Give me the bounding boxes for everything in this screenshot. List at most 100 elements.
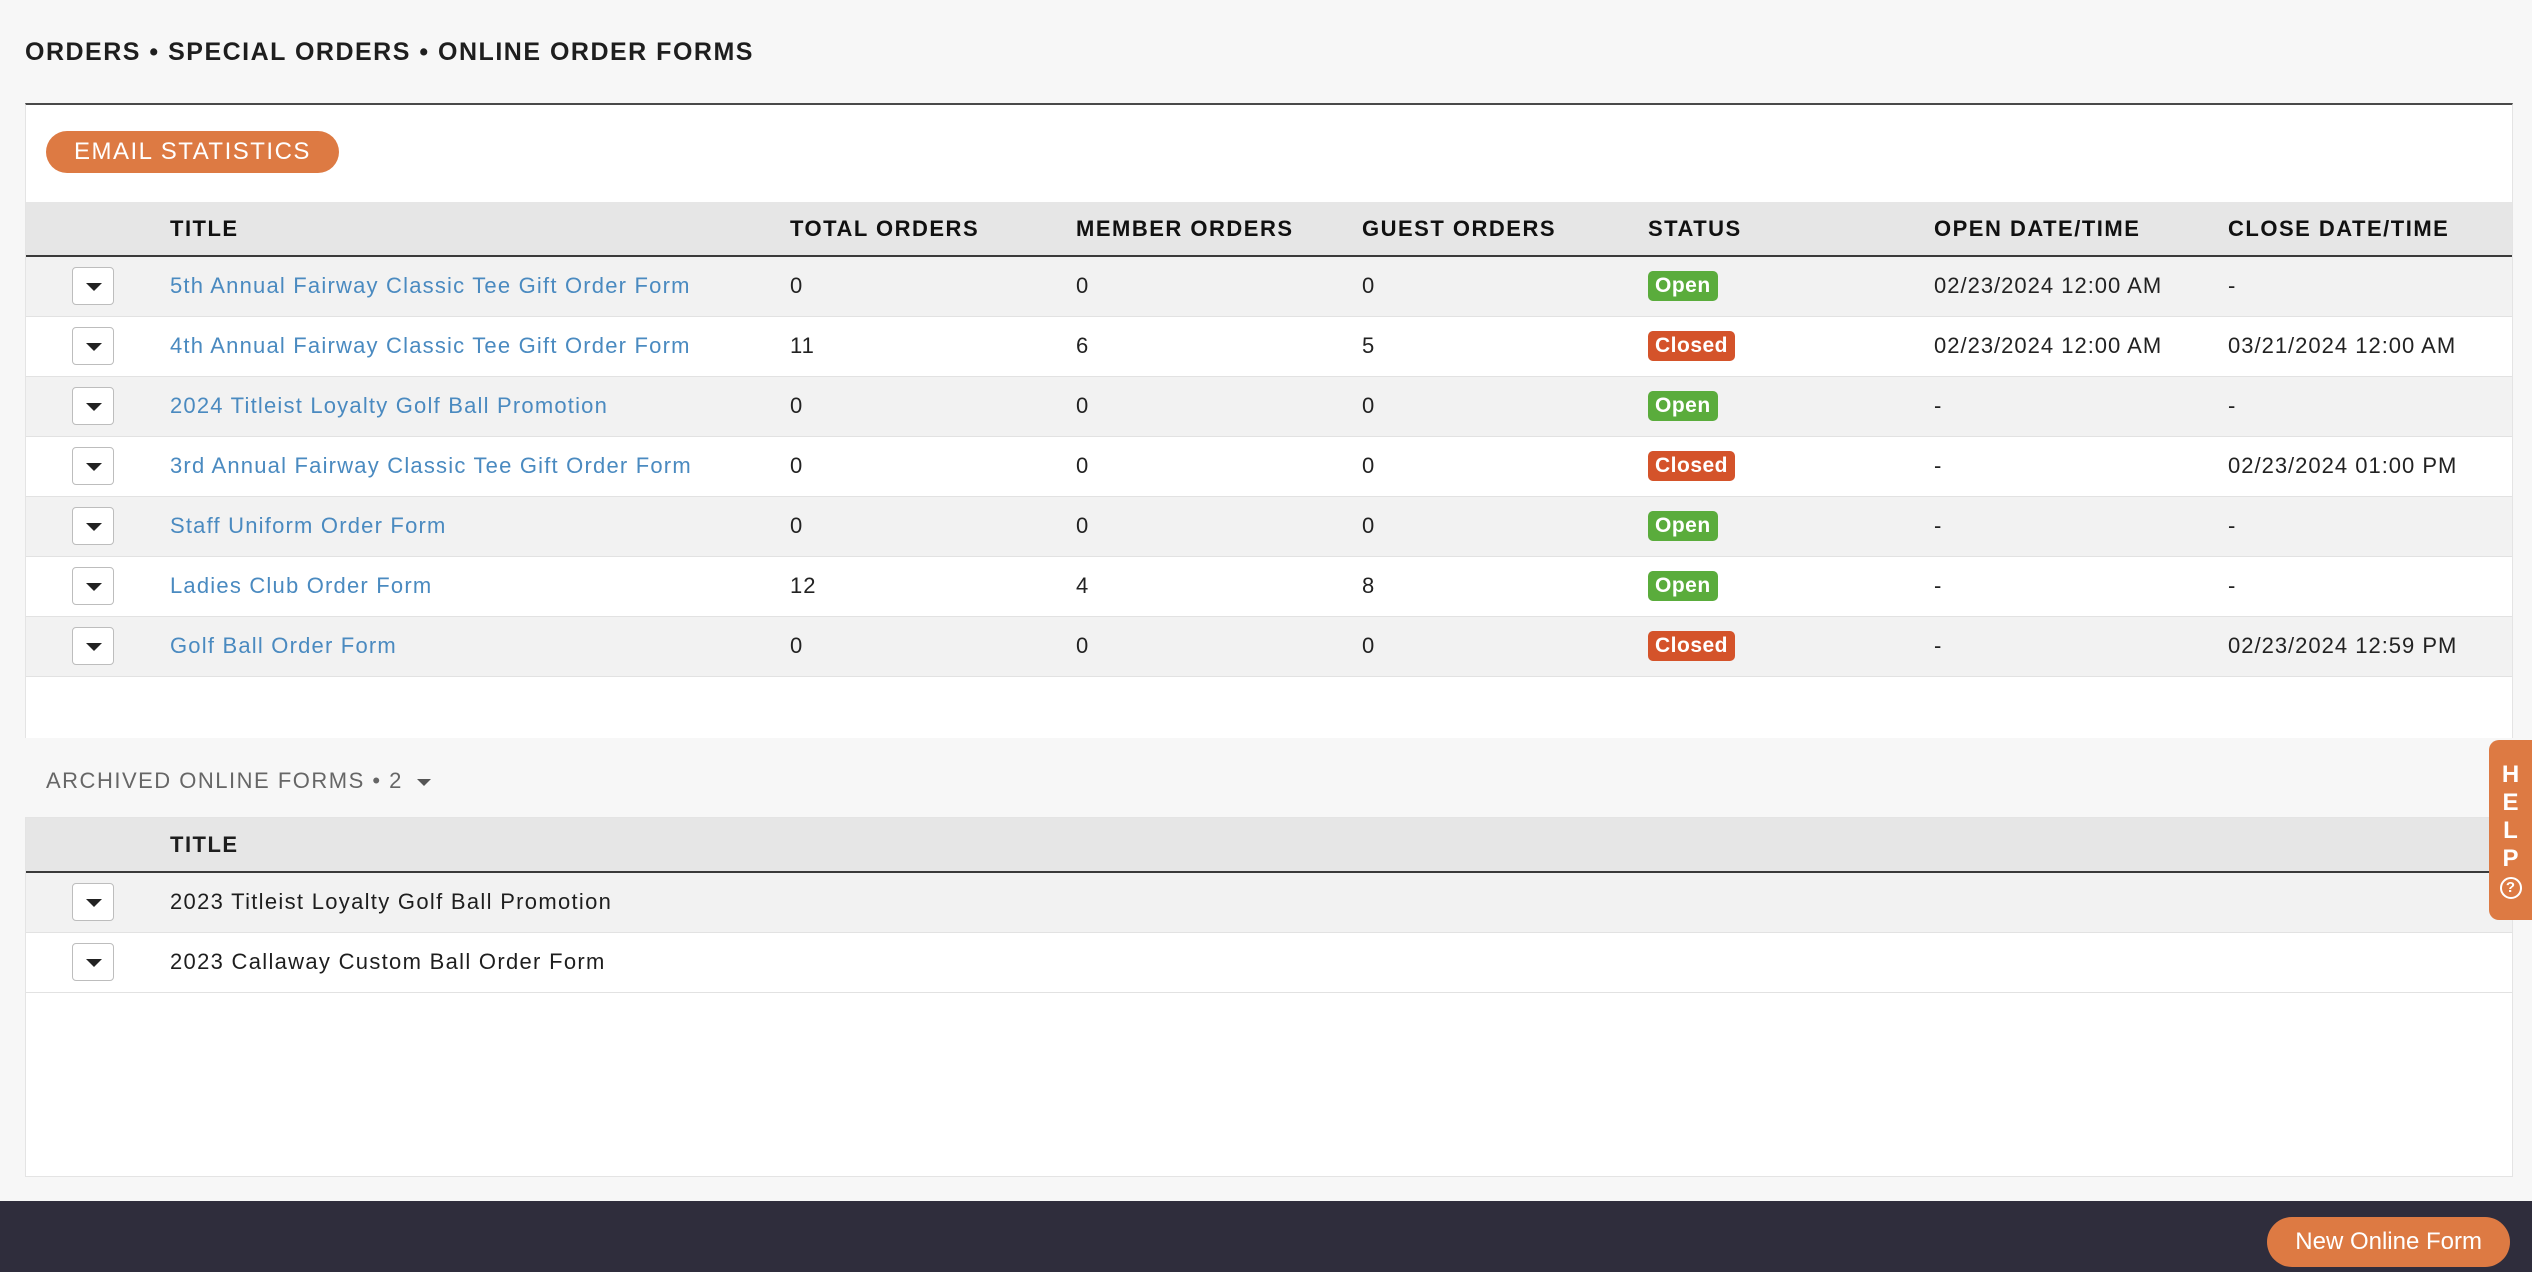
help-letter-l: L bbox=[2503, 817, 2518, 844]
close-datetime-cell: - bbox=[2228, 556, 2512, 617]
row-menu-button[interactable] bbox=[72, 567, 114, 605]
table-row: 5th Annual Fairway Classic Tee Gift Orde… bbox=[26, 256, 2512, 317]
open-datetime-cell: - bbox=[1934, 436, 2228, 497]
online-forms-table: TITLE TOTAL ORDERS MEMBER ORDERS GUEST O… bbox=[26, 202, 2512, 738]
total-orders-cell: 0 bbox=[790, 376, 1076, 437]
form-title-link[interactable]: 4th Annual Fairway Classic Tee Gift Orde… bbox=[170, 333, 691, 358]
status-badge: Open bbox=[1648, 571, 1718, 601]
archived-row: 2023 Titleist Loyalty Golf Ball Promotio… bbox=[26, 872, 2512, 933]
row-menu-button[interactable] bbox=[72, 387, 114, 425]
form-title-link[interactable]: Golf Ball Order Form bbox=[170, 633, 397, 658]
archived-header-row: TITLE bbox=[26, 818, 2512, 873]
chevron-down-icon bbox=[86, 643, 102, 651]
header-status[interactable]: STATUS bbox=[1648, 202, 1934, 257]
header-guest-orders[interactable]: GUEST ORDERS bbox=[1362, 202, 1648, 257]
row-actions-cell bbox=[26, 256, 170, 317]
online-forms-panel: EMAIL STATISTICS TITLE TOTAL ORDERS MEMB… bbox=[25, 103, 2513, 738]
total-orders-cell: 0 bbox=[790, 616, 1076, 677]
title-cell: 2024 Titleist Loyalty Golf Ball Promotio… bbox=[170, 376, 790, 437]
header-member-orders[interactable]: MEMBER ORDERS bbox=[1076, 202, 1362, 257]
title-cell: 4th Annual Fairway Classic Tee Gift Orde… bbox=[170, 316, 790, 377]
table-row: 2024 Titleist Loyalty Golf Ball Promotio… bbox=[26, 376, 2512, 437]
email-statistics-button[interactable]: EMAIL STATISTICS bbox=[46, 131, 339, 173]
row-actions-cell bbox=[26, 496, 170, 557]
form-title-link[interactable]: 2024 Titleist Loyalty Golf Ball Promotio… bbox=[170, 393, 608, 418]
table-row: Golf Ball Order Form 0 0 0 Closed -02/23/2024… bbox=[26, 616, 2512, 677]
archived-row: 2023 Callaway Custom Ball Order Form bbox=[26, 932, 2512, 993]
archived-header-title[interactable]: TITLE bbox=[170, 818, 2512, 873]
table-row: 3rd Annual Fairway Classic Tee Gift Orde… bbox=[26, 436, 2512, 497]
status-cell: Open bbox=[1648, 556, 1934, 617]
title-cell: 5th Annual Fairway Classic Tee Gift Orde… bbox=[170, 256, 790, 317]
archived-header-actions bbox=[26, 818, 170, 873]
header-total-orders[interactable]: TOTAL ORDERS bbox=[790, 202, 1076, 257]
status-badge: Closed bbox=[1648, 451, 1736, 481]
row-menu-button[interactable] bbox=[72, 883, 114, 922]
question-circle-icon: ? bbox=[2499, 877, 2522, 899]
member-orders-cell: 0 bbox=[1076, 376, 1362, 437]
form-title-link[interactable]: Staff Uniform Order Form bbox=[170, 513, 447, 538]
row-menu-button[interactable] bbox=[72, 327, 114, 365]
help-letter-h: H bbox=[2501, 761, 2520, 788]
breadcrumb: ORDERS • SPECIAL ORDERS • ONLINE ORDER F… bbox=[25, 38, 754, 66]
footer-bar: New Online Form bbox=[0, 1201, 2532, 1272]
status-badge: Open bbox=[1648, 511, 1718, 541]
header-title[interactable]: TITLE bbox=[170, 202, 790, 257]
status-badge: Closed bbox=[1648, 631, 1736, 661]
chevron-down-icon bbox=[86, 959, 102, 967]
row-actions-cell bbox=[26, 616, 170, 677]
row-actions-cell bbox=[26, 436, 170, 497]
form-title-link[interactable]: 5th Annual Fairway Classic Tee Gift Orde… bbox=[170, 273, 691, 298]
member-orders-cell: 0 bbox=[1076, 616, 1362, 677]
row-actions-cell bbox=[26, 316, 170, 377]
row-menu-button[interactable] bbox=[72, 507, 114, 545]
header-open-datetime[interactable]: OPEN DATE/TIME bbox=[1934, 202, 2228, 257]
open-datetime-cell: - bbox=[1934, 376, 2228, 437]
chevron-down-icon bbox=[86, 283, 102, 292]
table-row: Staff Uniform Order Form 0 0 0 Open - - bbox=[26, 496, 2512, 557]
open-datetime-cell: - bbox=[1934, 616, 2228, 677]
table-header-row: TITLE TOTAL ORDERS MEMBER ORDERS GUEST O… bbox=[26, 202, 2512, 257]
row-actions-cell bbox=[26, 556, 170, 617]
row-menu-button[interactable] bbox=[72, 267, 114, 306]
title-cell: 3rd Annual Fairway Classic Tee Gift Orde… bbox=[170, 436, 790, 497]
row-menu-button[interactable] bbox=[72, 943, 114, 981]
new-online-form-button[interactable]: New Online Form bbox=[2267, 1217, 2510, 1267]
status-cell: Open bbox=[1648, 496, 1934, 557]
guest-orders-cell: 0 bbox=[1362, 496, 1648, 557]
guest-orders-cell: 0 bbox=[1362, 256, 1648, 317]
status-badge: Closed bbox=[1648, 331, 1736, 361]
row-actions-cell bbox=[26, 932, 170, 993]
open-datetime-cell: - bbox=[1934, 556, 2228, 617]
status-cell: Closed bbox=[1648, 316, 1934, 377]
total-orders-cell: 12 bbox=[790, 556, 1076, 617]
row-actions-cell bbox=[26, 872, 170, 933]
status-badge: Open bbox=[1648, 271, 1718, 302]
status-badge: Open bbox=[1648, 391, 1718, 421]
open-datetime-cell: 02/23/2024 12:00 AM bbox=[1934, 256, 2228, 317]
open-datetime-cell: - bbox=[1934, 496, 2228, 557]
help-tab[interactable]: H E L P ? bbox=[2489, 740, 2532, 920]
row-actions-cell bbox=[26, 376, 170, 437]
archived-forms-toggle[interactable]: ARCHIVED ONLINE FORMS • 2 bbox=[46, 768, 431, 794]
help-letter-p: P bbox=[2502, 845, 2519, 872]
row-menu-button[interactable] bbox=[72, 447, 114, 485]
close-datetime-cell: - bbox=[2228, 496, 2512, 557]
archived-forms-panel: TITLE 2023 Titleist Loyalty Golf Ball Pr… bbox=[25, 817, 2513, 1177]
form-title-link[interactable]: 3rd Annual Fairway Classic Tee Gift Orde… bbox=[170, 453, 692, 478]
total-orders-cell: 0 bbox=[790, 496, 1076, 557]
title-cell: Ladies Club Order Form bbox=[170, 556, 790, 617]
archived-forms-table: TITLE 2023 Titleist Loyalty Golf Ball Pr… bbox=[26, 818, 2512, 993]
row-menu-button[interactable] bbox=[72, 627, 114, 665]
guest-orders-cell: 0 bbox=[1362, 616, 1648, 677]
status-cell: Open bbox=[1648, 256, 1934, 317]
close-datetime-cell: - bbox=[2228, 256, 2512, 317]
header-actions bbox=[26, 202, 170, 257]
form-title-link[interactable]: Ladies Club Order Form bbox=[170, 573, 432, 598]
table-row: 4th Annual Fairway Classic Tee Gift Orde… bbox=[26, 316, 2512, 377]
chevron-down-icon bbox=[86, 523, 102, 531]
member-orders-cell: 0 bbox=[1076, 256, 1362, 317]
caret-down-icon bbox=[416, 778, 431, 786]
header-close-datetime[interactable]: CLOSE DATE/TIME bbox=[2228, 202, 2512, 257]
chevron-down-icon bbox=[86, 899, 102, 908]
